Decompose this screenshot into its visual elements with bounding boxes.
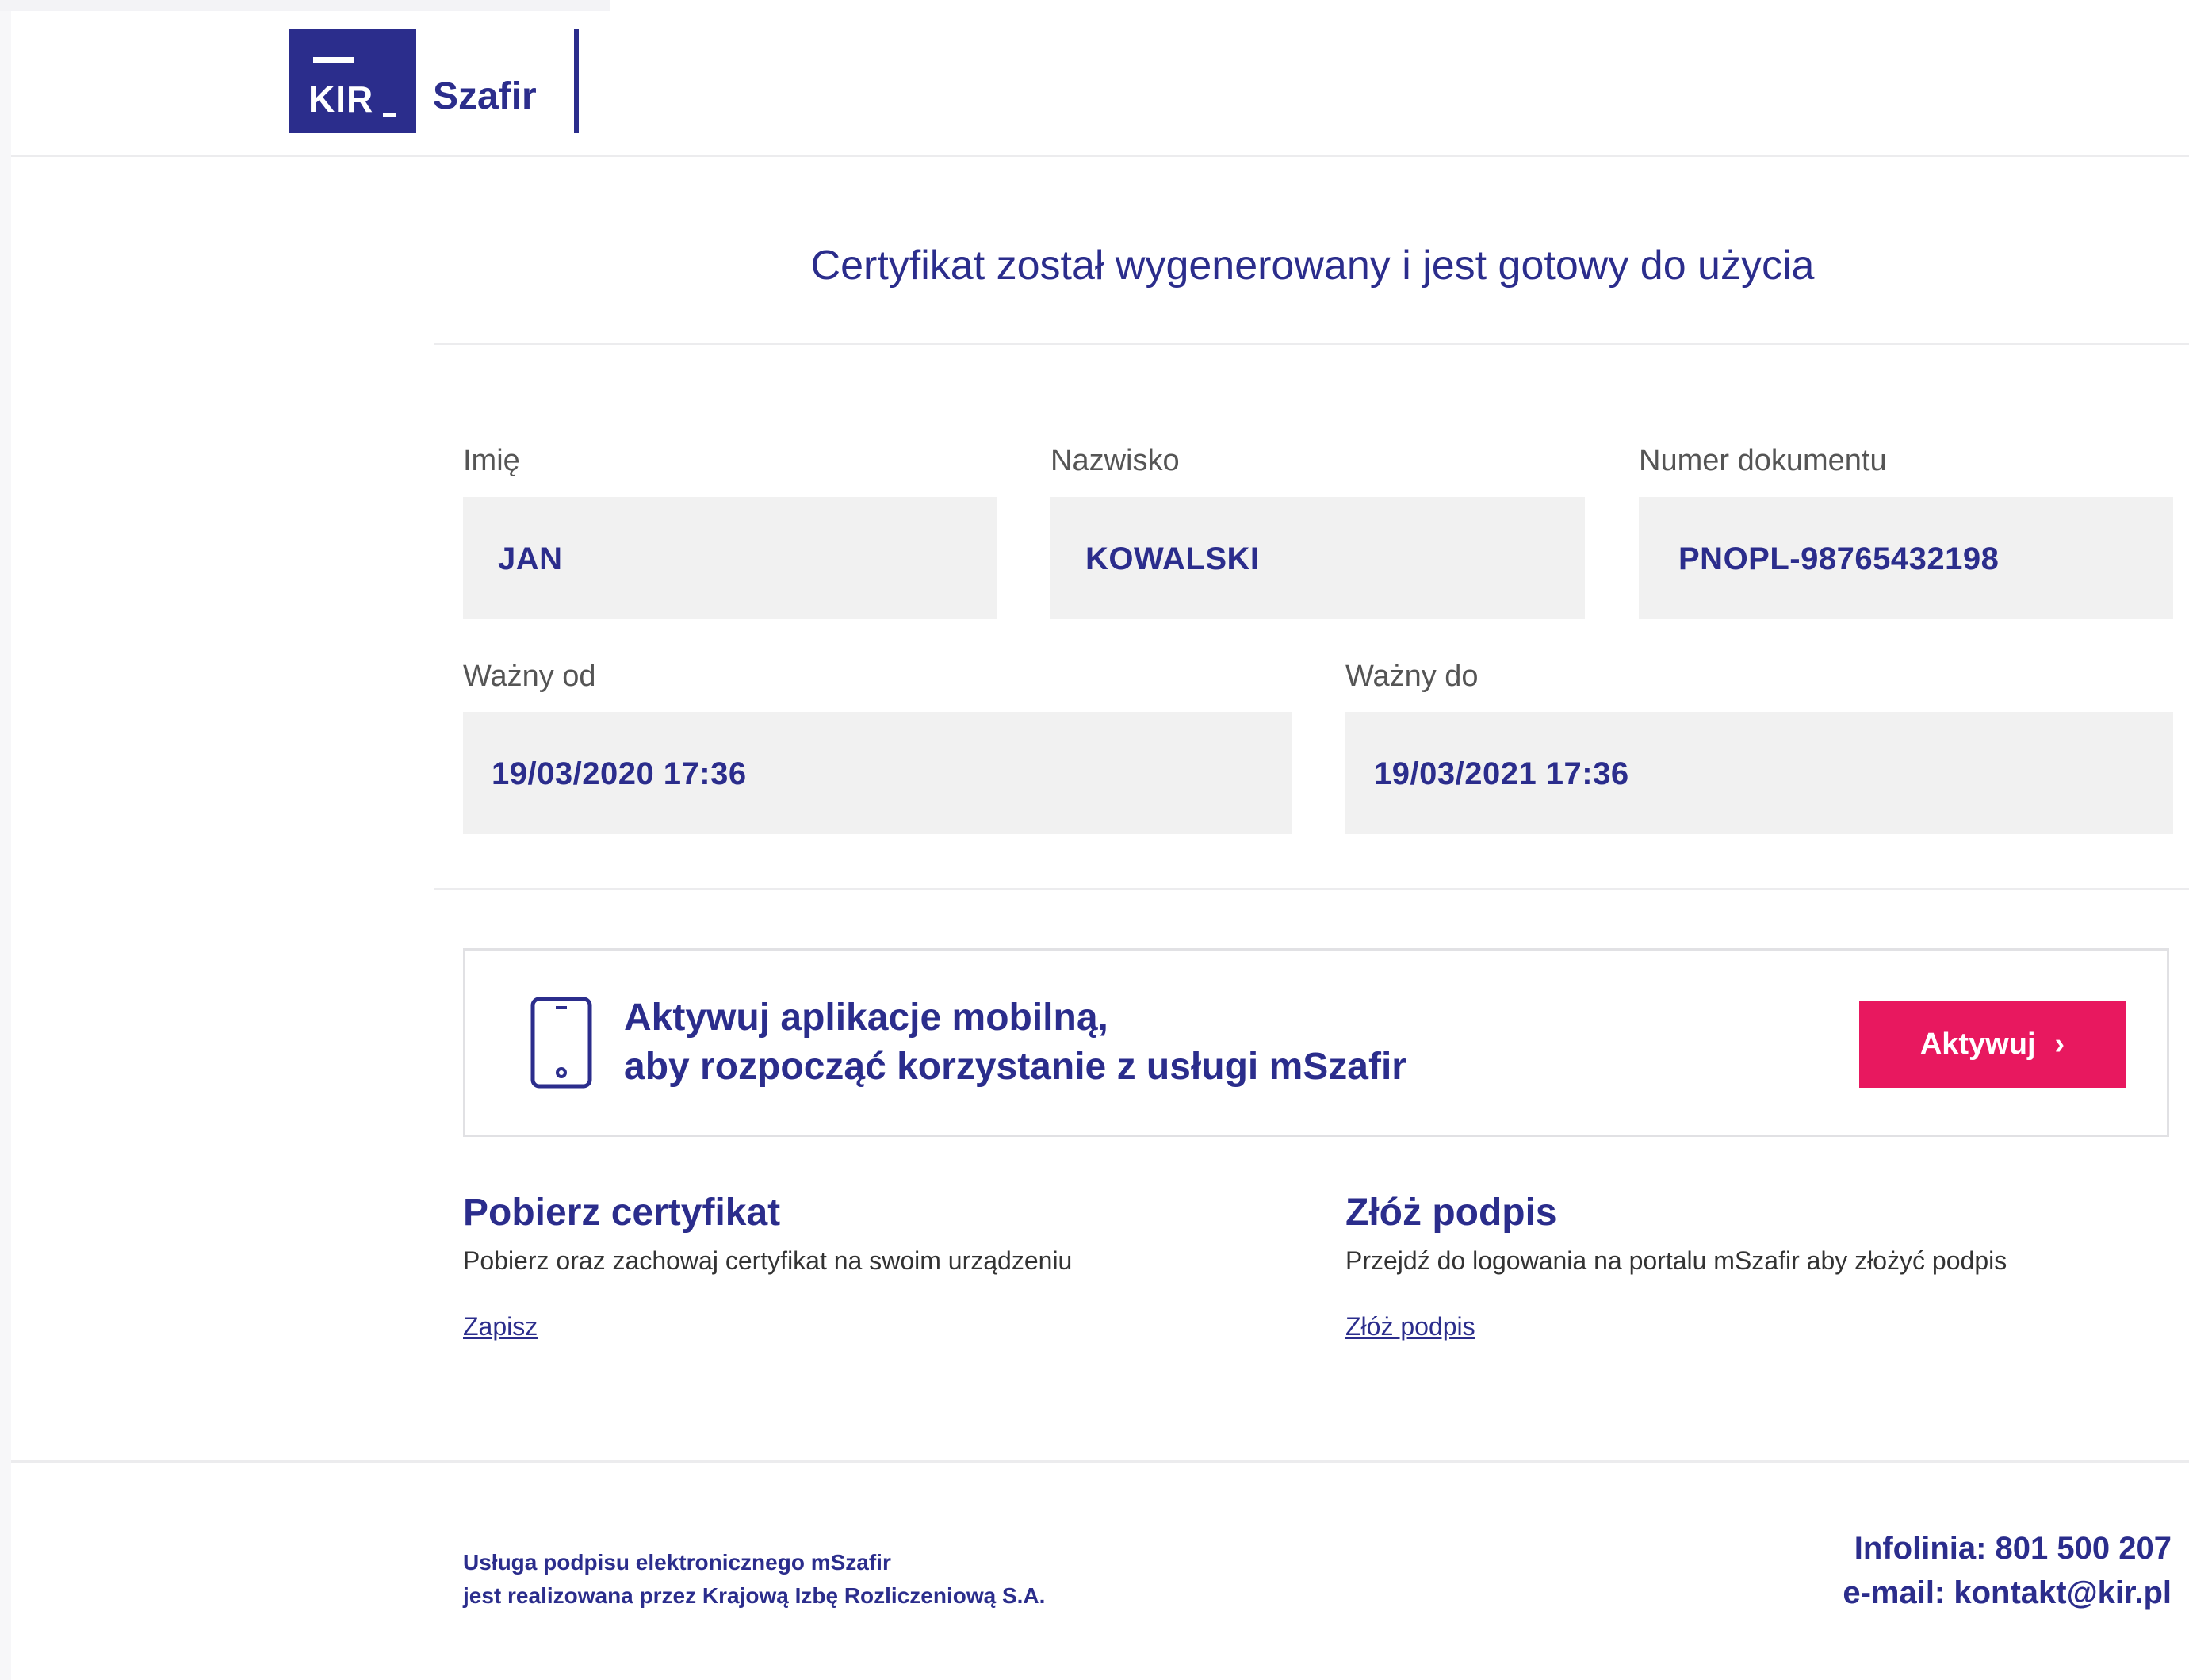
document-number-label: Numer dokumentu bbox=[1639, 444, 1887, 477]
banner-line-1: Aktywuj aplikacje mobilną, bbox=[624, 997, 1108, 1039]
valid-to-label: Ważny do bbox=[1345, 660, 1479, 693]
chevron-right-icon: › bbox=[2054, 1027, 2065, 1061]
valid-to-field: 19/03/2021 17:36 bbox=[1345, 712, 2173, 834]
title-divider bbox=[434, 343, 2189, 345]
contact-info: Infolinia: 801 500 207 e-mail: kontakt@k… bbox=[1843, 1526, 2172, 1615]
hotline: Infolinia: 801 500 207 bbox=[1854, 1531, 2172, 1566]
download-certificate-description: Pobierz oraz zachowaj certyfikat na swoi… bbox=[463, 1246, 1073, 1275]
banner-message: Aktywuj aplikacje mobilną, aby rozpocząć… bbox=[624, 993, 1406, 1092]
mobile-activation-banner: Aktywuj aplikacje mobilną, aby rozpocząć… bbox=[463, 948, 2169, 1137]
valid-from-label: Ważny od bbox=[463, 660, 596, 693]
last-name-label: Nazwisko bbox=[1050, 444, 1180, 477]
logo-text: KIR bbox=[308, 78, 374, 120]
brand-divider bbox=[574, 29, 579, 133]
valid-from-value: 19/03/2020 17:36 bbox=[492, 756, 747, 791]
activate-button-label: Aktywuj bbox=[1919, 1027, 2036, 1061]
contact-email[interactable]: e-mail: kontakt@kir.pl bbox=[1843, 1571, 2172, 1615]
footer-note: Usługa podpisu elektronicznego mSzafir j… bbox=[463, 1546, 1045, 1613]
first-name-label: Imię bbox=[463, 444, 520, 477]
sign-link[interactable]: Złóż podpis bbox=[1345, 1312, 1475, 1341]
fields-divider bbox=[434, 888, 2189, 890]
logo-underscore bbox=[383, 113, 396, 117]
activate-button[interactable]: Aktywuj › bbox=[1859, 1001, 2126, 1088]
brand-name: Szafir bbox=[433, 75, 537, 117]
first-name-field: JAN bbox=[463, 497, 997, 619]
last-name-field: KOWALSKI bbox=[1050, 497, 1585, 619]
valid-from-field: 19/03/2020 17:36 bbox=[463, 712, 1292, 834]
save-link[interactable]: Zapisz bbox=[463, 1312, 538, 1341]
logo-bar bbox=[313, 57, 354, 63]
footer-divider bbox=[11, 1460, 2189, 1463]
sign-title: Złóż podpis bbox=[1345, 1192, 1557, 1234]
valid-to-value: 19/03/2021 17:36 bbox=[1374, 756, 1629, 791]
footer-line-1: Usługa podpisu elektronicznego mSzafir bbox=[463, 1550, 891, 1575]
site-header: KIR Szafir bbox=[11, 11, 2189, 157]
last-name-value: KOWALSKI bbox=[1085, 542, 1260, 576]
document-number-field: PNOPL-98765432198 bbox=[1639, 497, 2173, 619]
kir-logo[interactable]: KIR bbox=[289, 29, 416, 133]
page-title: Certyfikat został wygenerowany i jest go… bbox=[810, 243, 1815, 289]
left-edge bbox=[0, 0, 11, 1680]
document-number-value: PNOPL-98765432198 bbox=[1678, 542, 2000, 576]
sign-description: Przejdź do logowania na portalu mSzafir … bbox=[1345, 1246, 2007, 1275]
download-certificate-title: Pobierz certyfikat bbox=[463, 1192, 781, 1234]
smartphone-icon bbox=[530, 997, 592, 1089]
banner-line-2: aby rozpocząć korzystanie z usługi mSzaf… bbox=[624, 1046, 1406, 1088]
first-name-value: JAN bbox=[498, 542, 563, 576]
footer-line-2: jest realizowana przez Krajową Izbę Rozl… bbox=[463, 1583, 1046, 1608]
top-edge bbox=[0, 0, 610, 11]
